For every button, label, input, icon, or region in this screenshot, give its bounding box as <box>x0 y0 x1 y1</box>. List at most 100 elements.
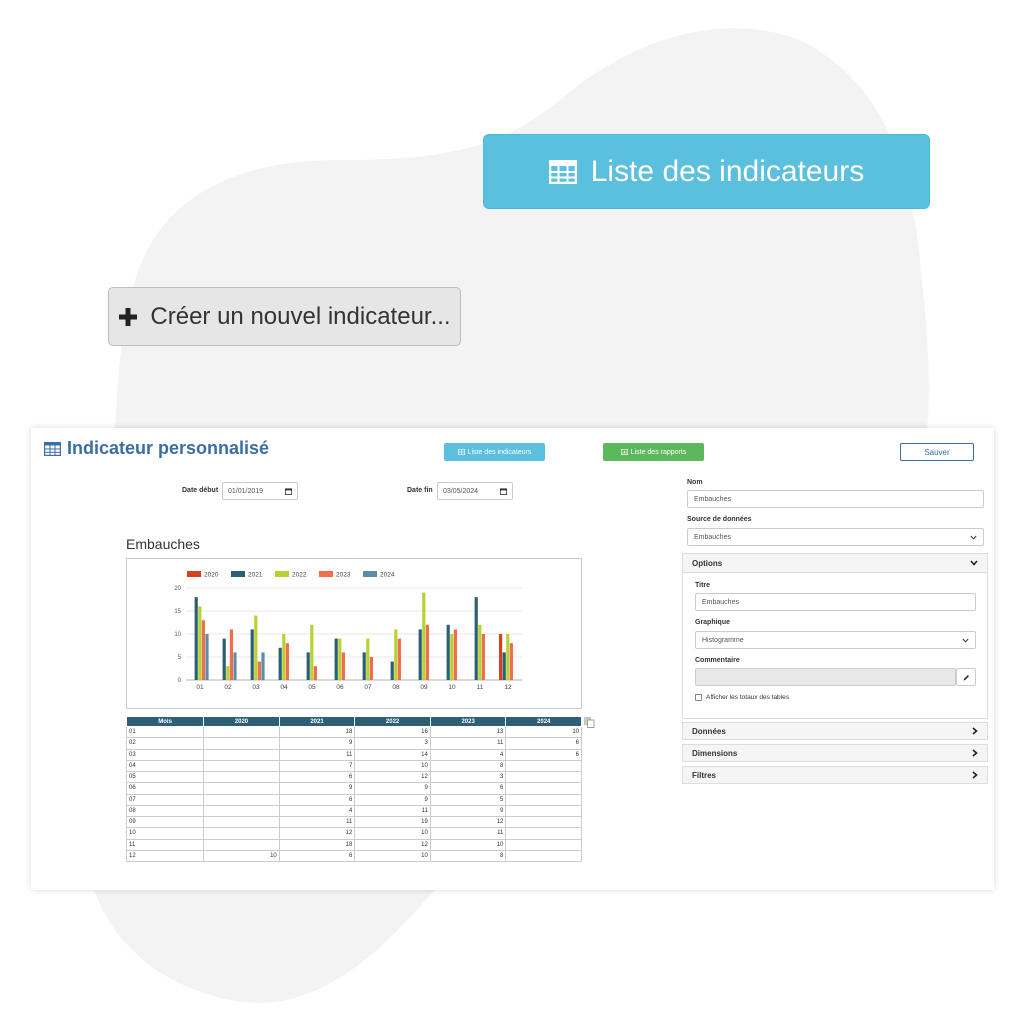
name-input[interactable]: Embauches <box>687 490 984 508</box>
comment-input[interactable] <box>695 668 956 686</box>
table-header-cell[interactable]: 2023 <box>429 716 507 727</box>
table-cell: 12 <box>278 827 356 840</box>
data-table: Mois 2020 2021 2022 2023 2024 01 18 16 13 10 02 9 3 1… <box>125 716 582 863</box>
name-value: Embauches <box>694 495 731 503</box>
bar <box>425 624 429 680</box>
table-cell: 05 <box>125 770 205 784</box>
source-select[interactable]: Embauches <box>687 528 984 546</box>
table-cell: 04 <box>125 759 205 773</box>
table-cell: 6 <box>278 849 356 863</box>
bar <box>397 638 401 680</box>
table-cell: 10 <box>354 827 431 840</box>
bar <box>446 624 450 680</box>
table-cell: 11 <box>429 737 507 750</box>
bar <box>453 629 457 680</box>
table-row: 10 12 10 11 <box>125 827 582 840</box>
bar <box>422 592 426 680</box>
table-header-cell[interactable]: 2024 <box>505 716 582 727</box>
source-value: Embauches <box>694 533 731 541</box>
table-cell: 18 <box>278 725 356 739</box>
bar <box>390 661 394 680</box>
chart-container: 0 5 10 15 20 01 02 03 04 05 06 07 08 09 10 11 12 2020 2021… <box>126 558 582 709</box>
legend-swatch <box>319 571 333 577</box>
table-cell <box>203 838 280 851</box>
reports-list-label: Liste des rapports <box>630 448 687 456</box>
options-accordion-header[interactable]: Options <box>682 553 988 573</box>
table-header-cell[interactable]: 2021 <box>278 716 356 727</box>
dimensions-accordion-header[interactable]: Dimensions <box>682 744 988 762</box>
title-input[interactable]: Embauches <box>695 593 976 611</box>
table-cell: 9 <box>354 793 431 806</box>
indicators-list-button[interactable]: Liste des indicateurs <box>444 443 545 461</box>
x-tick-label: 10 <box>448 684 456 691</box>
totals-label: Afficher les totaux des tables <box>706 694 789 701</box>
save-button[interactable]: Sauver <box>900 443 974 461</box>
table-cell <box>505 793 582 806</box>
table-header-cell[interactable]: Mois <box>125 716 205 727</box>
report-icon <box>620 449 628 455</box>
bar <box>198 606 202 680</box>
table-cell: 11 <box>278 748 356 761</box>
filters-accordion-header[interactable]: Filtres <box>682 766 988 784</box>
table-cell: 6 <box>429 782 507 795</box>
table-row: 11 18 12 10 <box>125 838 582 851</box>
table-cell <box>203 804 280 818</box>
table-cell: 06 <box>125 782 205 795</box>
table-cell: 4 <box>429 748 507 761</box>
graph-type-select[interactable]: Histogramme <box>695 631 976 649</box>
table-cell: 13 <box>429 725 507 739</box>
copy-icon[interactable] <box>584 717 595 728</box>
bar <box>509 643 513 680</box>
hero-indicators-list-button[interactable]: Liste des indicateurs <box>483 134 930 209</box>
bar <box>474 597 478 680</box>
table-cell <box>505 815 582 829</box>
table-cell: 6 <box>505 748 582 761</box>
bar <box>201 620 205 680</box>
start-date-value: 01/01/2019 <box>228 487 264 495</box>
options-label: Options <box>692 558 723 568</box>
edit-comment-button[interactable] <box>956 668 976 686</box>
hero-create-indicator-label: Créer un nouvel indicateur... <box>150 302 451 330</box>
table-cell: 10 <box>429 838 507 851</box>
table-cell <box>505 838 582 851</box>
bar <box>306 652 310 680</box>
table-cell: 6 <box>278 793 356 806</box>
legend-swatch <box>231 571 245 577</box>
table-cell: 19 <box>354 815 431 829</box>
table-cell: 18 <box>278 838 356 851</box>
bar <box>285 643 289 680</box>
chevron-right-icon <box>972 771 978 779</box>
bar <box>506 634 510 680</box>
legend-swatch <box>187 571 201 577</box>
bar <box>278 647 282 680</box>
x-tick-label: 12 <box>504 684 512 691</box>
chevron-down-icon <box>970 535 977 540</box>
legend-label: 2020 <box>204 572 219 579</box>
table-cell: 16 <box>354 725 431 739</box>
x-tick-label: 07 <box>364 684 372 691</box>
name-label: Nom <box>687 479 703 486</box>
table-cell: 8 <box>429 759 507 773</box>
data-accordion-header[interactable]: Données <box>682 722 988 740</box>
table-header-cell[interactable]: 2022 <box>354 716 431 727</box>
reports-list-button[interactable]: Liste des rapports <box>603 443 704 461</box>
bar <box>261 652 265 680</box>
table-header-cell[interactable]: 2020 <box>203 716 280 727</box>
table-icon <box>457 449 465 455</box>
end-date-input[interactable]: 03/05/2024 <box>437 482 513 500</box>
table-cell: 11 <box>125 838 205 851</box>
table-cell <box>505 770 582 784</box>
table-row: 02 9 3 11 6 <box>125 737 582 750</box>
table-cell: 7 <box>278 759 356 773</box>
chevron-right-icon <box>972 749 978 757</box>
table-cell <box>505 827 582 840</box>
bar <box>499 634 503 680</box>
table-cell <box>203 782 280 795</box>
data-label: Données <box>692 726 726 736</box>
hero-create-indicator-button[interactable]: Créer un nouvel indicateur... <box>108 287 461 346</box>
pencil-icon <box>963 674 969 680</box>
table-cell: 01 <box>125 725 205 739</box>
legend-label: 2022 <box>292 572 307 579</box>
totals-checkbox[interactable] <box>695 694 702 701</box>
start-date-input[interactable]: 01/01/2019 <box>222 482 298 500</box>
